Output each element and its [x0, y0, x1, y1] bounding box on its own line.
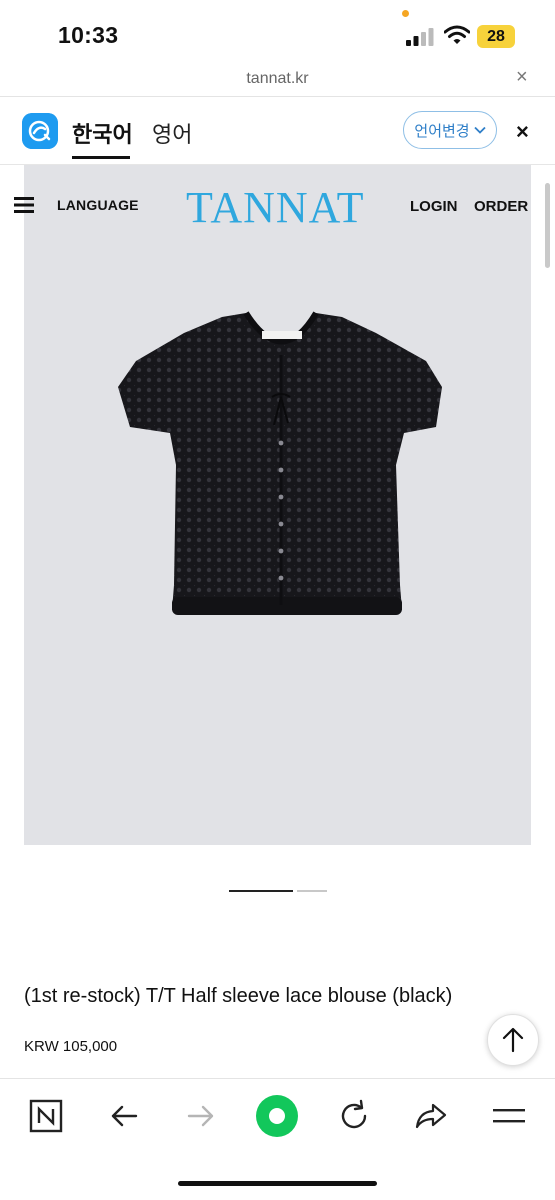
chevron-down-icon — [473, 126, 486, 134]
reload-icon[interactable] — [334, 1096, 374, 1136]
cellular-signal-icon — [406, 28, 434, 46]
site-logo[interactable]: TANNAT — [186, 182, 364, 233]
nav-login-link[interactable]: LOGIN — [410, 198, 458, 215]
black-lace-blouse-image — [118, 311, 442, 615]
page-scrollbar[interactable] — [545, 183, 550, 268]
privacy-indicator-dot — [402, 10, 409, 17]
divider — [0, 96, 555, 97]
nav-order-link[interactable]: ORDER — [474, 198, 528, 215]
url-close-icon[interactable]: × — [516, 66, 528, 89]
scroll-to-top-button[interactable] — [487, 1014, 539, 1066]
product-image[interactable] — [24, 165, 531, 845]
home-indicator — [178, 1181, 377, 1186]
battery-indicator: 28 — [477, 25, 515, 48]
wifi-icon — [444, 25, 470, 44]
product-price: KRW 105,000 — [24, 1038, 118, 1055]
product-title: (1st re-stock) T/T Half sleeve lace blou… — [24, 985, 453, 1007]
change-language-button[interactable]: 언어변경 — [403, 111, 497, 149]
menu-icon[interactable] — [489, 1096, 529, 1136]
tab-target-language[interactable]: 영어 — [152, 117, 192, 149]
divider — [0, 1078, 555, 1079]
tab-source-language[interactable]: 한국어 — [72, 117, 133, 149]
papago-translate-icon — [22, 113, 58, 149]
status-time: 10:33 — [58, 22, 119, 48]
nav-language-link[interactable]: LANGUAGE — [57, 197, 139, 213]
back-arrow-icon[interactable] — [104, 1096, 144, 1136]
hamburger-menu-icon[interactable] — [14, 196, 34, 214]
green-dot-icon[interactable] — [255, 1094, 299, 1138]
carousel-indicator[interactable] — [297, 890, 327, 892]
active-tab-underline — [72, 156, 130, 159]
translate-close-icon[interactable]: × — [516, 119, 529, 145]
url-text[interactable]: tannat.kr — [0, 70, 555, 88]
arrow-up-icon — [502, 1027, 524, 1053]
forward-arrow-icon[interactable] — [181, 1096, 221, 1136]
naver-home-icon[interactable] — [26, 1096, 66, 1136]
share-icon[interactable] — [411, 1096, 451, 1136]
change-language-label: 언어변경 — [414, 122, 470, 140]
carousel-indicator-active[interactable] — [229, 890, 293, 892]
